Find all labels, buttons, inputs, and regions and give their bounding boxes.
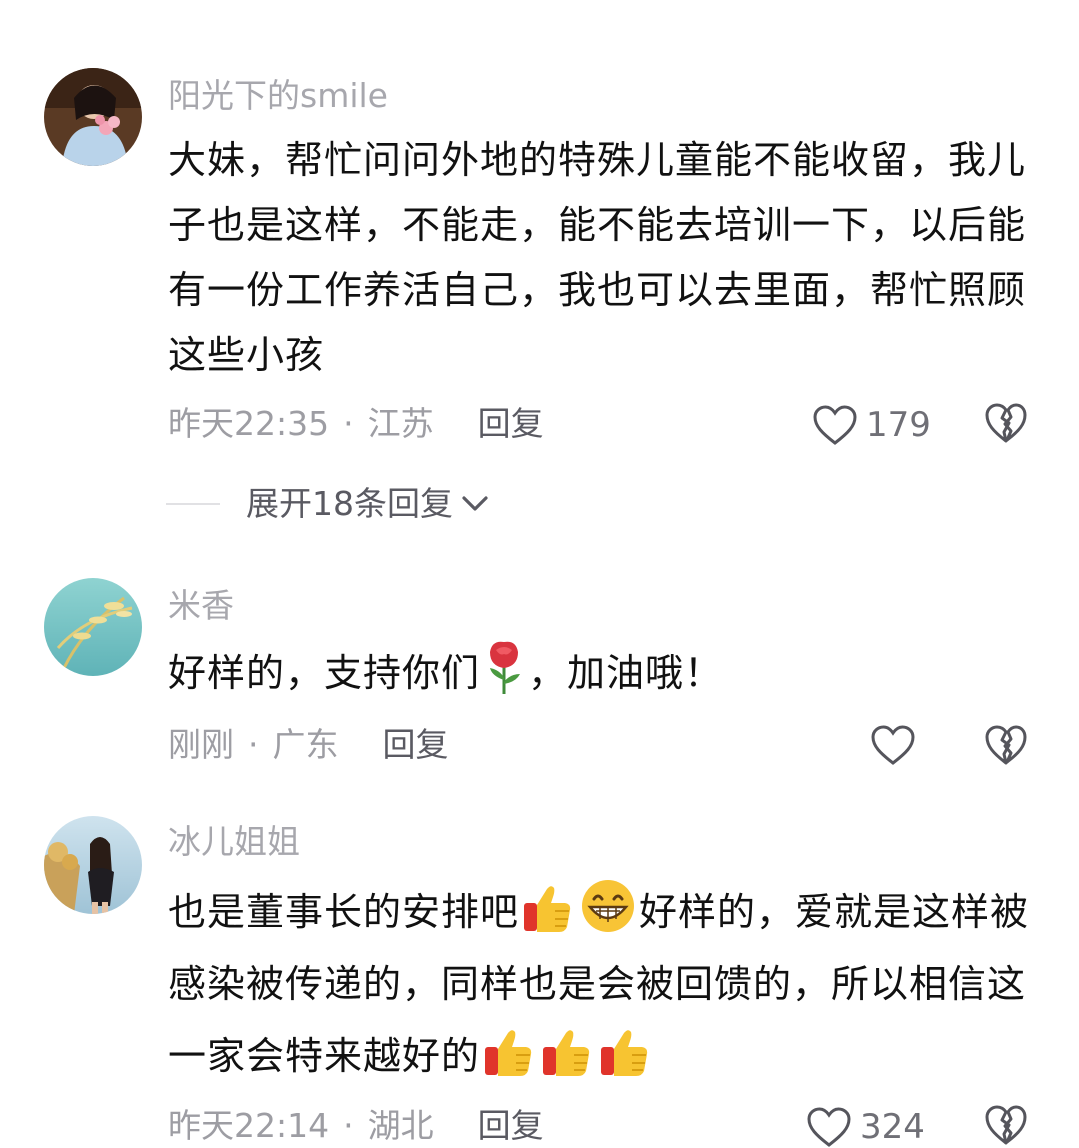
comment-text-part: 好样的，支持你们 xyxy=(168,651,481,695)
location: 江苏 xyxy=(367,404,434,443)
like-button[interactable]: 324 xyxy=(806,1106,925,1148)
separator-dot: · xyxy=(343,1106,354,1145)
reply-button[interactable]: 回复 xyxy=(383,725,449,765)
expand-replies-label: 展开18条回复 xyxy=(246,484,453,523)
comment-meta: 昨天22:35 · 江苏 回复 xyxy=(168,404,544,444)
thumbs-up-emoji xyxy=(598,1025,652,1079)
like-button[interactable]: 179 xyxy=(812,404,931,446)
broken-heart-icon xyxy=(985,403,1027,443)
comment-text: 大妹，帮忙问问外地的特殊儿童能不能收留，我儿子也是这样，不能走，能不能去培训一下… xyxy=(168,138,1027,377)
username[interactable]: 阳光下的smile xyxy=(168,76,388,116)
comment-text-part: ，加油哦！ xyxy=(528,651,724,695)
comment-text: 也是董事长的安排吧 好样的，爱就是这样被感染被传递的，同样也是会被回馈的，所以相… xyxy=(168,876,1038,1092)
avatar[interactable] xyxy=(44,68,142,166)
dislike-button[interactable] xyxy=(984,402,1028,444)
thumbs-up-emoji xyxy=(521,881,575,935)
comment-text: 好样的，支持你们 ，加油哦！ xyxy=(168,640,1038,706)
broken-heart-icon xyxy=(985,725,1027,765)
heart-outline-icon xyxy=(807,1107,851,1147)
reply-button[interactable]: 回复 xyxy=(478,1106,544,1146)
avatar[interactable] xyxy=(44,816,142,914)
dislike-button[interactable] xyxy=(984,1104,1028,1146)
timestamp: 刚刚 xyxy=(168,725,234,764)
broken-heart-icon xyxy=(985,1105,1027,1145)
like-button[interactable] xyxy=(870,724,916,766)
timestamp: 昨天22:35 xyxy=(168,404,330,443)
thumbs-up-emoji xyxy=(540,1025,594,1079)
comment-meta: 刚刚 · 广东 回复 xyxy=(168,725,449,765)
heart-outline-icon xyxy=(813,405,857,445)
dislike-button[interactable] xyxy=(984,724,1028,766)
timestamp: 昨天22:14 xyxy=(168,1106,330,1145)
username[interactable]: 米香 xyxy=(168,586,234,626)
rose-emoji xyxy=(482,640,526,696)
like-count: 179 xyxy=(866,405,931,445)
comment-meta: 昨天22:14 · 湖北 回复 xyxy=(168,1106,544,1146)
grin-emoji xyxy=(579,877,637,935)
separator-dot: · xyxy=(343,404,354,443)
avatar[interactable] xyxy=(44,578,142,676)
location: 湖北 xyxy=(367,1106,434,1145)
like-count: 324 xyxy=(860,1107,925,1147)
reply-button[interactable]: 回复 xyxy=(478,404,544,444)
separator-dot: · xyxy=(248,725,259,764)
heart-outline-icon xyxy=(871,725,915,765)
thumbs-up-emoji xyxy=(482,1025,536,1079)
location: 广东 xyxy=(272,725,339,764)
expand-replies-button[interactable]: 展开18条回复 xyxy=(166,484,489,524)
chevron-down-icon xyxy=(462,496,488,511)
comment-text-part: 也是董事长的安排吧 xyxy=(168,890,520,934)
username[interactable]: 冰儿姐姐 xyxy=(168,822,300,862)
divider-line xyxy=(166,503,220,505)
